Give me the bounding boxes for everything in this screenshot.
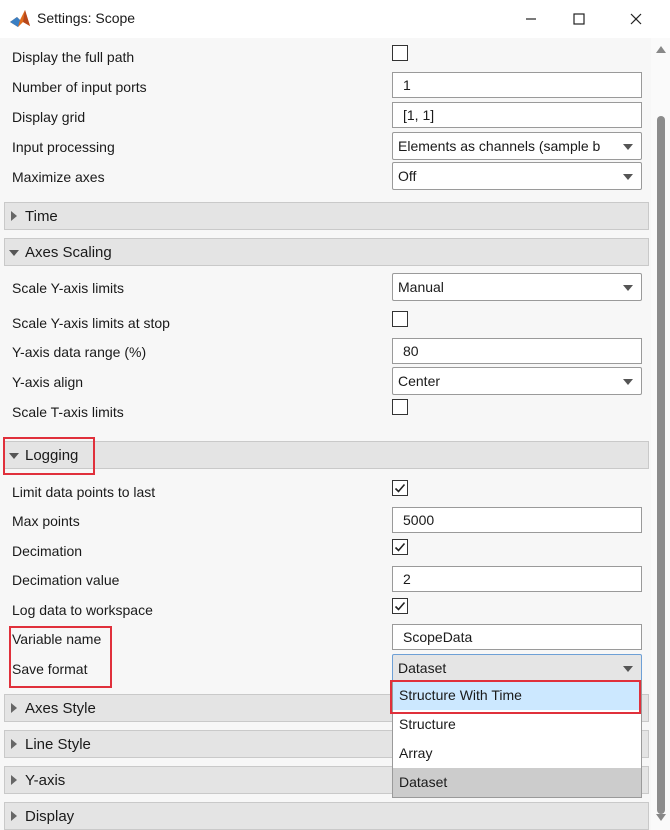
section-axes-scaling-label: Axes Scaling (25, 244, 112, 261)
y-align-value: Center (398, 373, 441, 389)
section-axes-style-label: Axes Style (25, 700, 96, 717)
close-button[interactable] (613, 0, 659, 38)
checkmark-icon (394, 483, 406, 493)
input-processing-dropdown[interactable]: Elements as channels (sample b (392, 132, 642, 160)
section-display[interactable]: Display (4, 802, 649, 830)
chevron-right-icon (11, 775, 17, 785)
section-axes-scaling[interactable]: Axes Scaling (4, 238, 649, 266)
scale-y-limits-value: Manual (398, 279, 444, 295)
decimation-label: Decimation (12, 543, 83, 559)
decimation-value-label: Decimation value (12, 572, 120, 588)
save-format-dropdown[interactable]: Dataset (392, 654, 642, 682)
limit-points-checkbox[interactable] (392, 480, 408, 496)
chevron-right-icon (11, 739, 17, 749)
section-display-label: Display (25, 808, 75, 825)
chevron-right-icon (11, 811, 17, 821)
scale-y-at-stop-label: Scale Y-axis limits at stop (12, 315, 170, 331)
max-points-label: Max points (12, 513, 80, 529)
option-array[interactable]: Array (393, 739, 641, 768)
variable-name-field[interactable]: ScopeData (392, 624, 642, 650)
chevron-down-icon (623, 174, 633, 180)
decimation-value-field[interactable]: 2 (392, 566, 642, 592)
y-align-label: Y-axis align (12, 374, 84, 390)
minimize-icon (526, 18, 536, 20)
vertical-scrollbar[interactable] (651, 38, 670, 830)
chevron-down-icon (623, 379, 633, 385)
log-to-workspace-checkbox[interactable] (392, 598, 408, 614)
scale-t-limits-checkbox[interactable] (392, 399, 408, 415)
checkmark-icon (394, 542, 406, 552)
maximize-axes-label: Maximize axes (12, 169, 105, 185)
display-grid-field[interactable]: [1, 1] (392, 102, 642, 128)
scroll-thumb[interactable] (657, 116, 665, 814)
maximize-icon (573, 13, 585, 25)
scale-y-limits-label: Scale Y-axis limits (12, 280, 125, 296)
title-bar: Settings: Scope (0, 0, 670, 38)
minimize-button[interactable] (508, 0, 554, 38)
chevron-down-icon (623, 285, 633, 291)
section-time[interactable]: Time (4, 202, 649, 230)
maximize-axes-dropdown[interactable]: Off (392, 162, 642, 190)
scroll-up-arrow-icon[interactable] (656, 46, 666, 53)
matlab-logo-icon (10, 10, 30, 27)
log-to-workspace-label: Log data to workspace (12, 602, 153, 618)
chevron-down-icon (623, 144, 633, 150)
section-time-label: Time (25, 208, 58, 225)
display-grid-label: Display grid (12, 109, 86, 125)
checkmark-icon (394, 601, 406, 611)
section-y-axis-label: Y-axis (25, 772, 66, 789)
input-processing-label: Input processing (12, 139, 115, 155)
save-format-value: Dataset (398, 660, 447, 676)
y-data-range-label: Y-axis data range (%) (12, 344, 147, 360)
display-full-path-checkbox[interactable] (392, 45, 408, 61)
y-data-range-field[interactable]: 80 (392, 338, 642, 364)
close-icon (630, 13, 642, 25)
highlight-structure-with-time (390, 680, 641, 714)
option-structure[interactable]: Structure (393, 710, 641, 739)
section-logging[interactable]: Logging (4, 441, 649, 469)
decimation-checkbox[interactable] (392, 539, 408, 555)
chevron-right-icon (11, 703, 17, 713)
scale-y-at-stop-checkbox[interactable] (392, 311, 408, 327)
num-input-ports-label: Number of input ports (12, 79, 147, 95)
num-input-ports-field[interactable]: 1 (392, 72, 642, 98)
window-title: Settings: Scope (37, 10, 136, 26)
highlight-variable-save-format (9, 626, 112, 688)
chevron-right-icon (11, 211, 17, 221)
maximize-button[interactable] (556, 0, 602, 38)
section-line-style-label: Line Style (25, 736, 91, 753)
maximize-axes-value: Off (398, 168, 417, 184)
scroll-down-arrow-icon[interactable] (656, 814, 666, 821)
scale-t-limits-label: Scale T-axis limits (12, 404, 124, 420)
chevron-down-icon (623, 666, 633, 672)
input-processing-value: Elements as channels (sample b (398, 138, 601, 154)
highlight-logging (3, 437, 95, 475)
y-align-dropdown[interactable]: Center (392, 367, 642, 395)
limit-points-label: Limit data points to last (12, 484, 156, 500)
chevron-down-icon (9, 250, 19, 256)
max-points-field[interactable]: 5000 (392, 507, 642, 533)
scale-y-limits-dropdown[interactable]: Manual (392, 273, 642, 301)
display-full-path-label: Display the full path (12, 49, 135, 65)
option-dataset[interactable]: Dataset (393, 768, 641, 797)
